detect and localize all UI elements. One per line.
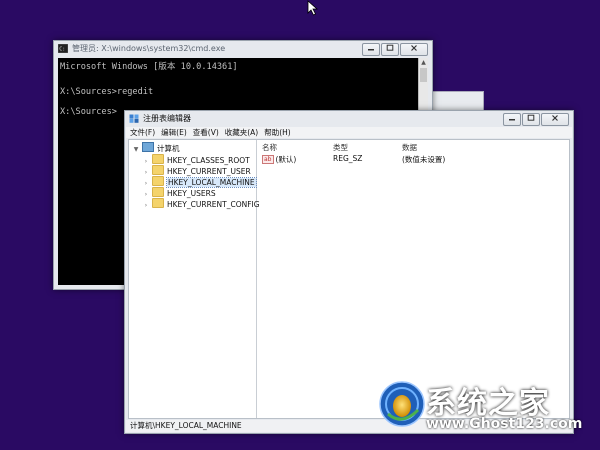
- console-line: Microsoft Windows [版本 10.0.14361]: [60, 62, 238, 72]
- tree-node-label: HKEY_CURRENT_CONFIG: [167, 200, 260, 209]
- table-row[interactable]: ab (默认): [262, 154, 296, 165]
- value-type: REG_SZ: [333, 154, 363, 163]
- menu-help[interactable]: 帮助(H): [264, 127, 291, 138]
- tree-node-label: HKEY_CURRENT_USER: [167, 167, 251, 176]
- maximize-icon: [527, 114, 535, 121]
- collapse-icon[interactable]: ▼: [132, 145, 140, 155]
- mouse-cursor-icon: [307, 0, 319, 16]
- regedit-close-button[interactable]: [541, 113, 569, 126]
- minimize-icon: [509, 119, 515, 121]
- scroll-thumb[interactable]: [420, 68, 427, 82]
- registry-tree[interactable]: ▼ 计算机 › HKEY_CLASSES_ROOT › HKEY_CURRENT_US…: [129, 140, 260, 418]
- value-data: (数值未设置): [402, 155, 446, 164]
- tree-node-label: HKEY_USERS: [167, 189, 216, 198]
- folder-icon: [152, 176, 164, 186]
- folder-icon: [152, 165, 164, 175]
- regedit-titlebar[interactable]: 注册表编辑器: [125, 111, 573, 127]
- svg-text:C:: C:: [59, 47, 65, 53]
- folder-icon: [152, 198, 164, 208]
- menu-favorites[interactable]: 收藏夹(A): [225, 127, 258, 138]
- tree-node-computer[interactable]: ▼ 计算机: [132, 142, 180, 155]
- tree-node-label: 计算机: [157, 144, 180, 153]
- tree-node-hku[interactable]: › HKEY_USERS: [142, 187, 216, 198]
- maximize-icon: [386, 44, 394, 51]
- value-name: (默认): [275, 155, 297, 164]
- tree-node-hkcc[interactable]: › HKEY_CURRENT_CONFIG: [142, 198, 260, 211]
- menu-file[interactable]: 文件(F): [130, 127, 155, 138]
- cmd-title: 管理员: X:\windows\system32\cmd.exe: [72, 44, 226, 53]
- tree-node-label: HKEY_LOCAL_MACHINE: [166, 177, 257, 188]
- watermark-url: www.Ghost123.com: [426, 416, 583, 432]
- tree-node-hkcu[interactable]: › HKEY_CURRENT_USER: [142, 165, 251, 176]
- regedit-maximize-button[interactable]: [522, 113, 540, 126]
- console-line: X:\Sources>: [60, 107, 117, 117]
- watermark: 系统之家 www.Ghost123.com: [376, 376, 596, 446]
- tree-node-hkcr[interactable]: › HKEY_CLASSES_ROOT: [142, 154, 250, 165]
- tree-node-hklm[interactable]: › HKEY_LOCAL_MACHINE: [142, 176, 257, 188]
- minimize-icon: [368, 49, 374, 51]
- cmd-maximize-button[interactable]: [381, 43, 399, 56]
- close-icon: [552, 115, 558, 121]
- column-header-data[interactable]: 数据: [402, 142, 417, 153]
- column-header-name[interactable]: 名称: [262, 142, 277, 153]
- regedit-app-icon: [129, 114, 139, 123]
- menu-view[interactable]: 查看(V): [193, 127, 219, 138]
- cmd-titlebar[interactable]: C: 管理员: X:\windows\system32\cmd.exe: [54, 41, 432, 57]
- menu-edit[interactable]: 编辑(E): [161, 127, 187, 138]
- regedit-menubar: 文件(F) 编辑(E) 查看(V) 收藏夹(A) 帮助(H): [126, 127, 572, 138]
- cmd-app-icon: C:: [58, 44, 68, 53]
- expand-icon[interactable]: ›: [142, 201, 150, 211]
- computer-icon: [142, 142, 154, 152]
- column-header-type[interactable]: 类型: [333, 142, 348, 153]
- folder-icon: [152, 154, 164, 164]
- watermark-logo-icon: [379, 381, 425, 427]
- close-icon: [411, 45, 417, 51]
- console-line: X:\Sources>regedit: [60, 87, 154, 97]
- string-value-icon: ab: [262, 155, 274, 164]
- cmd-close-button[interactable]: [400, 43, 428, 56]
- regedit-title: 注册表编辑器: [143, 114, 191, 123]
- tree-node-label: HKEY_CLASSES_ROOT: [167, 156, 250, 165]
- regedit-minimize-button[interactable]: [503, 113, 521, 126]
- cmd-minimize-button[interactable]: [362, 43, 380, 56]
- scroll-up-icon[interactable]: ▲: [419, 58, 428, 67]
- folder-icon: [152, 187, 164, 197]
